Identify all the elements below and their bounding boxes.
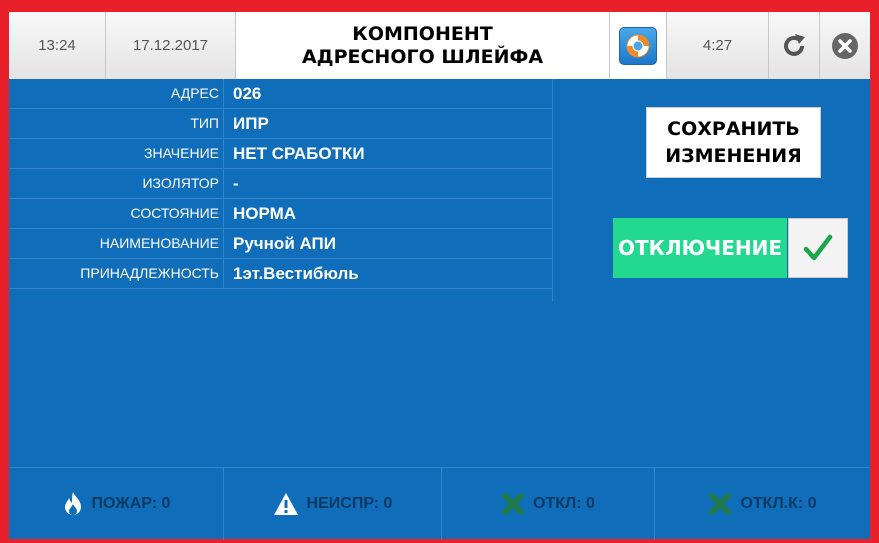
clock-time: 13:24 [9,12,106,79]
property-row: СОСТОЯНИЕ НОРМА [9,199,552,229]
status-disabled[interactable]: ОТКЛ: 0 [442,468,655,540]
checkmark-icon [803,234,833,261]
property-label: ТИП [9,109,224,138]
lifebuoy-icon [619,26,657,65]
property-row: НАИМЕНОВАНИЕ Ручной АПИ [9,229,552,259]
page-title-line2: АДРЕСНОГО ШЛЕЙФА [301,45,544,68]
property-value: ИПР [233,114,269,133]
status-fault-label: НЕИСПР: 0 [306,495,393,512]
status-disabled-label: ОТКЛ: 0 [533,495,595,512]
disable-checkbox[interactable] [788,218,848,278]
property-row: ПРИНАДЛЕЖНОСТЬ 1эт.Вестибюль [9,259,552,289]
refresh-button[interactable] [769,12,820,79]
status-disabled-k-label: ОТКЛ.К: 0 [740,495,817,512]
property-label: ЗНАЧЕНИЕ [9,139,224,168]
close-button[interactable] [820,12,870,79]
disable-toggle-button[interactable]: ОТКЛЮЧЕНИЕ [613,218,787,278]
property-row: ИЗОЛЯТОР - [9,169,552,199]
property-row: АДРЕС 026 [9,79,552,109]
property-row: ТИП ИПР [9,109,552,139]
status-bar: ПОЖАР: 0 НЕИСПР: 0 ОТКЛ: 0 ОТКЛ.К: 0 [9,467,870,540]
property-label: ПРИНАДЛЕЖНОСТЬ [9,259,224,288]
status-fault[interactable]: НЕИСПР: 0 [224,468,442,540]
save-button-line1: СОХРАНИТЬ [667,117,800,140]
header-bar: 13:24 17.12.2017 КОМПОНЕНТ АДРЕСНОГО ШЛЕ… [9,12,870,79]
property-value: - [233,174,239,193]
property-label: ИЗОЛЯТОР [9,169,224,198]
property-label: НАИМЕНОВАНИЕ [9,229,224,258]
property-row: ЗНАЧЕНИЕ НЕТ СРАБОТКИ [9,139,552,169]
disabled-x-icon [709,493,732,515]
status-fire[interactable]: ПОЖАР: 0 [9,468,224,540]
property-value: НОРМА [233,204,297,223]
status-disabled-k[interactable]: ОТКЛ.К: 0 [655,468,870,540]
property-value: Ручной АПИ [233,234,336,253]
close-icon [832,32,858,59]
window-frame: 13:24 17.12.2017 КОМПОНЕНТ АДРЕСНОГО ШЛЕ… [0,0,879,543]
property-label: СОСТОЯНИЕ [9,199,224,228]
property-value: 1эт.Вестибюль [233,264,359,283]
property-value: 026 [233,84,262,103]
save-changes-button[interactable]: СОХРАНИТЬ ИЗМЕНЕНИЯ [646,107,821,178]
page-title: КОМПОНЕНТ АДРЕСНОГО ШЛЕЙФА [236,12,610,79]
session-timer: 4:27 [667,12,769,79]
property-value: НЕТ СРАБОТКИ [233,144,365,163]
clock-date: 17.12.2017 [106,12,236,79]
table-divider [552,79,553,301]
property-label: АДРЕС [9,79,224,108]
save-button-line2: ИЗМЕНЕНИЯ [665,144,802,167]
fire-icon [64,492,81,515]
help-button[interactable] [610,12,667,79]
refresh-icon [784,33,805,56]
status-fire-label: ПОЖАР: 0 [91,495,171,512]
page-title-line1: КОМПОНЕНТ [352,22,493,45]
properties-table: АДРЕС 026 ТИП ИПР ЗНАЧЕНИЕ НЕТ СРАБОТКИ … [9,79,552,289]
disabled-x-icon [502,493,525,515]
warning-icon [273,493,298,515]
